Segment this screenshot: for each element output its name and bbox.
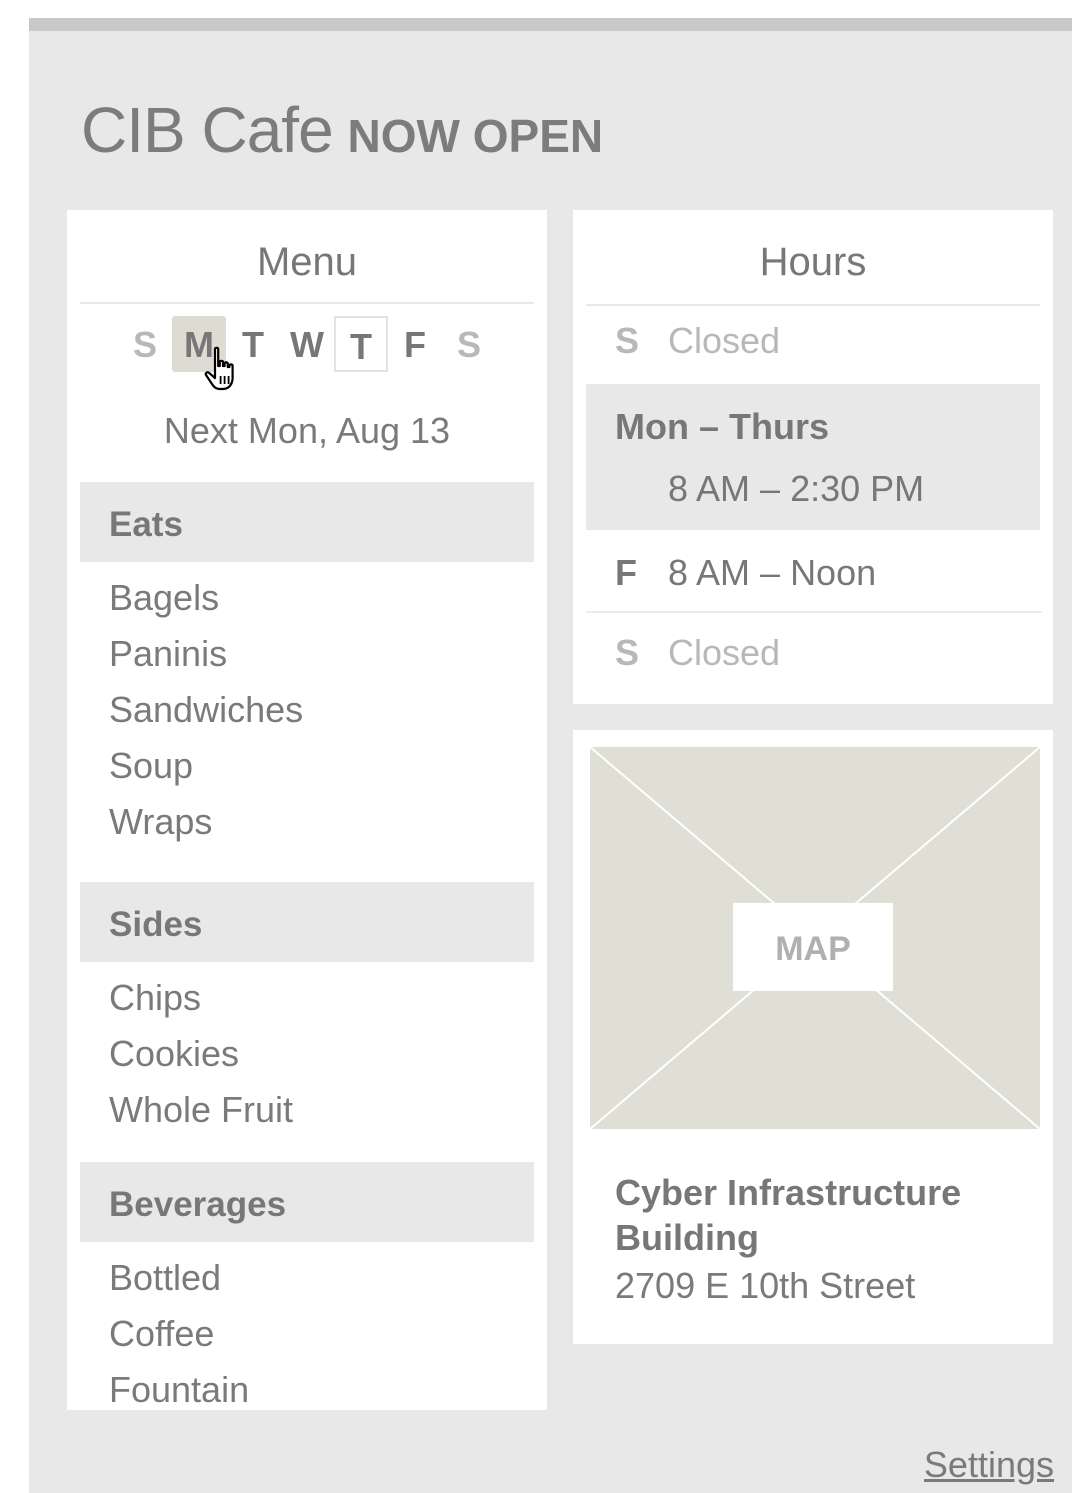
day-saturday[interactable]: S (442, 316, 496, 372)
category-beverages-header: Beverages (80, 1162, 534, 1242)
hours-day: F (615, 552, 637, 593)
hours-row-weekdays: Mon – Thurs 8 AM – 2:30 PM (586, 384, 1040, 530)
menu-panel: Menu S M T W T F S Next Mon, Aug 13 Eats… (67, 210, 547, 1410)
day-thursday[interactable]: T (334, 316, 388, 372)
menu-item: Paninis (109, 633, 228, 674)
street-address: 2709 E 10th Street (615, 1265, 916, 1306)
location-panel: MAP Cyber Infrastructure Building 2709 E… (573, 730, 1053, 1344)
menu-item: Coffee (109, 1313, 215, 1354)
day-sunday[interactable]: S (118, 316, 172, 372)
hours-time: Closed (668, 320, 781, 361)
menu-item: Bagels (109, 577, 220, 618)
menu-item: Wraps (109, 801, 213, 842)
menu-item: Soup (109, 745, 194, 786)
hours-day: S (615, 320, 640, 361)
menu-item: Fountain (109, 1369, 250, 1410)
settings-link[interactable]: Settings (924, 1444, 1054, 1486)
hours-time: 8 AM – 2:30 PM (668, 468, 925, 509)
hours-row-saturday: S Closed (586, 632, 1040, 692)
menu-item: Chips (109, 977, 202, 1018)
day-friday[interactable]: F (388, 316, 442, 372)
menu-item: Bottled (109, 1257, 222, 1298)
category-eats-header: Eats (80, 482, 534, 562)
map-placeholder[interactable]: MAP (590, 747, 1040, 1129)
hours-time: 8 AM – Noon (668, 552, 877, 593)
beverages-item-list: Bottled Coffee Fountain (109, 1250, 249, 1418)
menu-item: Whole Fruit (109, 1089, 294, 1130)
hours-heading: Hours (586, 210, 1040, 306)
day-wednesday[interactable]: W (280, 316, 334, 372)
menu-heading: Menu (80, 210, 534, 304)
category-sides-header: Sides (80, 882, 534, 962)
day-picker: S M T W T F S (67, 316, 547, 378)
hours-divider (586, 611, 1042, 613)
cafe-name: CIB Cafe (81, 94, 334, 166)
hours-row-sunday: S Closed (586, 320, 1040, 380)
sides-item-list: Chips Cookies Whole Fruit (109, 970, 293, 1138)
hand-pointer-icon (204, 346, 234, 391)
app-window: CIB Cafe NOW OPEN Menu S M T W T F S Nex… (29, 18, 1072, 1493)
selected-date: Next Mon, Aug 13 (163, 410, 451, 451)
hours-time: Closed (668, 632, 781, 673)
hours-row-friday: F 8 AM – Noon (586, 552, 1040, 612)
building-name: Cyber Infrastructure Building (615, 1172, 962, 1258)
hours-panel: Hours S Closed Mon – Thurs 8 AM – 2:30 P… (573, 210, 1053, 704)
eats-item-list: Bagels Paninis Sandwiches Soup Wraps (109, 570, 303, 850)
hours-day: Mon – Thurs (615, 406, 829, 447)
menu-item: Cookies (109, 1033, 240, 1074)
open-status: NOW OPEN (347, 110, 604, 162)
hours-day: S (615, 632, 640, 673)
page-title: CIB Cafe NOW OPEN (81, 93, 603, 167)
map-label: MAP (733, 903, 893, 991)
menu-item: Sandwiches (109, 689, 304, 730)
